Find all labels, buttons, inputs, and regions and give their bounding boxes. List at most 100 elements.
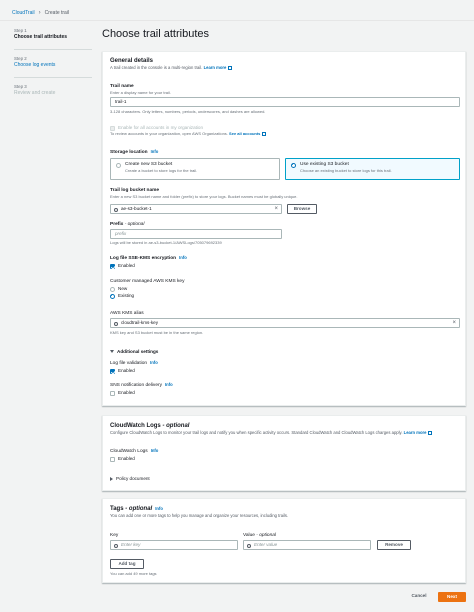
learn-more-link[interactable]: Learn more (204, 65, 227, 70)
sse-kms-enabled-label: Enabled (118, 263, 135, 268)
search-icon (114, 207, 118, 212)
general-details-title: General details (110, 58, 154, 64)
kms-alias-hint: KMS key and S3 bucket must be in the sam… (110, 330, 204, 335)
cloudwatch-checkbox[interactable] (110, 456, 115, 462)
external-link-icon (428, 430, 433, 435)
caret-down-icon (110, 350, 114, 353)
prefix-hint: Logs will be stored in ae-s3-bucket-1/AW… (110, 240, 222, 245)
step-divider (14, 77, 92, 78)
step-divider (14, 49, 92, 50)
storage-info-link[interactable]: Info (151, 149, 159, 154)
search-icon (114, 321, 118, 326)
log-validation-enabled-label: Enabled (118, 368, 135, 373)
kms-existing-label: Existing (118, 293, 135, 298)
cloudwatch-title: CloudWatch Logs - optional (110, 423, 190, 429)
additional-settings-field: Additional settings (110, 349, 158, 354)
wizard-steps: Step 1 Choose trail attributes Step 2 Ch… (14, 28, 94, 105)
trail-name-field: Trail name Enter a display name for your… (110, 84, 460, 114)
tags-title: Tags - optional Info (110, 506, 163, 512)
storage-location-field: Storage location Info (110, 149, 158, 156)
cloudwatch-info-link[interactable]: Info (151, 448, 159, 453)
log-validation-label: Log file validation Info (110, 360, 158, 366)
org-desc: To review accounts in your organization,… (110, 131, 460, 137)
sse-kms-field: Log file SSE-KMS encryption Info Enabled (110, 255, 187, 269)
sse-kms-label: Log file SSE-KMS encryption Info (110, 255, 187, 261)
general-details-panel: General details A trail created in the c… (102, 51, 466, 406)
page-title: Choose trail attributes (102, 28, 209, 40)
kms-new-radio[interactable] (110, 286, 115, 292)
cloudwatch-field: CloudWatch Logs Info Enabled (110, 448, 158, 462)
step-2[interactable]: Step 2 Choose log events (14, 56, 94, 69)
prefix-field: Prefix - optional prefix Logs will be st… (110, 222, 310, 246)
use-existing-bucket-radio[interactable] (291, 163, 296, 168)
breadcrumb-current: Create trail (44, 10, 70, 16)
create-new-bucket-tile[interactable]: Create new S3 bucket Create a bucket to … (110, 158, 280, 180)
cloudwatch-enabled-label: Enabled (118, 456, 135, 461)
tags-info-link[interactable]: Info (155, 506, 163, 511)
sse-info-link[interactable]: Info (179, 255, 187, 260)
external-link-icon (228, 65, 233, 70)
tag-value-label: Value - optional (243, 533, 276, 538)
search-icon (114, 543, 118, 548)
step-2-title[interactable]: Choose log events (14, 62, 94, 69)
additional-settings-toggle[interactable]: Additional settings (110, 349, 158, 354)
trail-name-input[interactable]: trail-1 (110, 96, 460, 107)
sns-checkbox[interactable] (110, 390, 115, 396)
tag-key-field: Key Enter key (110, 533, 238, 550)
add-tag-button[interactable]: Add tag (110, 559, 144, 569)
kms-alias-field: AWS KMS alias cloudtrail-kms-key × KMS k… (110, 311, 460, 336)
org-field: Enable for all accounts in my organizati… (110, 125, 460, 137)
browse-button[interactable]: Browse (287, 204, 317, 214)
tag-value-input[interactable]: Enter value (243, 540, 371, 550)
use-existing-bucket-tile[interactable]: Use existing S3 bucket Choose an existin… (285, 158, 460, 180)
tag-key-label: Key (110, 533, 119, 538)
clear-icon[interactable]: × (274, 205, 278, 213)
step-1: Step 1 Choose trail attributes (14, 28, 94, 41)
prefix-input[interactable]: prefix (110, 229, 282, 239)
step-3-title: Review and create (14, 90, 56, 96)
breadcrumb-cloudtrail-link[interactable]: CloudTrail (12, 10, 35, 16)
cloudwatch-label: CloudWatch Logs Info (110, 448, 159, 454)
sse-kms-checkbox[interactable] (110, 263, 115, 269)
next-button[interactable]: Next (438, 592, 466, 602)
kms-alias-input[interactable]: cloudtrail-kms-key × (110, 318, 460, 328)
bucket-name-input[interactable]: ae-s3-bucket-1 × (110, 204, 282, 214)
chevron-right-icon: › (38, 10, 41, 16)
kms-alias-label: AWS KMS alias (110, 311, 144, 316)
search-icon (247, 543, 251, 548)
log-validation-checkbox[interactable] (110, 368, 115, 374)
tags-desc: You can add one or more tags to help you… (110, 513, 289, 518)
cancel-button[interactable]: Cancel (404, 592, 434, 602)
validation-info-link[interactable]: Info (150, 360, 158, 365)
tag-key-input[interactable]: Enter key (110, 540, 238, 550)
policy-document-toggle[interactable]: Policy document (110, 476, 150, 481)
trail-name-hint: 3-128 characters. Only letters, numbers,… (110, 108, 266, 114)
cloudwatch-logs-panel: CloudWatch Logs - optional Configure Clo… (102, 415, 466, 491)
prefix-label: Prefix - optional (110, 222, 145, 227)
cloudwatch-learn-more-link[interactable]: Learn more (404, 430, 427, 435)
org-checkbox[interactable] (110, 125, 115, 131)
kms-key-label: Customer managed AWS KMS key (110, 279, 185, 284)
use-existing-bucket-desc: Choose an existing bucket to store logs … (300, 168, 392, 173)
bucket-name-value: ae-s3-bucket-1 (121, 206, 152, 211)
kms-new-label: New (118, 286, 128, 291)
create-new-bucket-radio[interactable] (116, 163, 121, 168)
caret-right-icon (110, 476, 113, 481)
bucket-name-field: Trail log bucket name Enter a new S3 buc… (110, 188, 460, 200)
log-validation-field: Log file validation Info Enabled (110, 360, 158, 374)
external-link-icon (262, 131, 267, 136)
remove-tag-button[interactable]: Remove (377, 540, 411, 550)
bucket-name-desc: Enter a new S3 bucket name and folder (p… (110, 194, 298, 199)
clear-icon[interactable]: × (452, 319, 456, 327)
kms-alias-value: cloudtrail-kms-key (121, 320, 159, 325)
see-all-accounts-link[interactable]: See all accounts (229, 131, 260, 136)
cloudwatch-desc: Configure CloudWatch Logs to monitor you… (110, 430, 458, 436)
sns-info-link[interactable]: Info (165, 382, 173, 387)
tag-value-field: Value - optional Enter value (243, 533, 371, 550)
sns-label: SNS notification delivery Info (110, 382, 173, 388)
header-divider (0, 20, 474, 21)
trail-name-desc: Enter a display name for your trail. (110, 90, 171, 95)
tags-panel: Tags - optional Info You can add one or m… (102, 498, 466, 583)
general-details-desc: A trail created in the console is a mult… (110, 65, 458, 71)
kms-existing-radio[interactable] (110, 293, 115, 299)
